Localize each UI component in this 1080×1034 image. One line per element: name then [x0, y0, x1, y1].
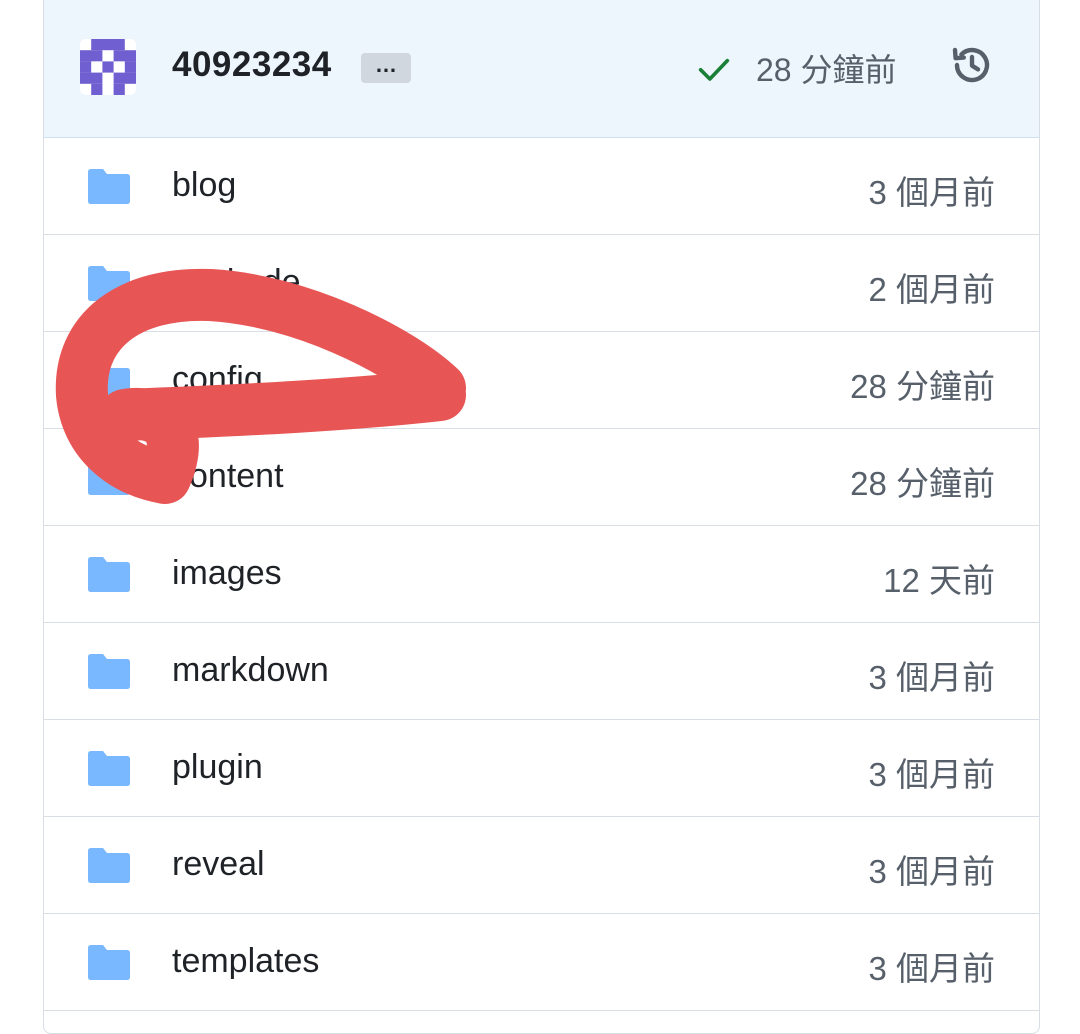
list-item[interactable]: easimde 2 個月前	[44, 235, 1039, 332]
folder-icon	[88, 363, 130, 398]
commit-relative-time: 28 分鐘前	[756, 52, 897, 88]
identicon-avatar[interactable]	[80, 39, 136, 95]
folder-name-link[interactable]: easimde	[172, 263, 301, 302]
list-item[interactable]: reveal 3 個月前	[44, 817, 1039, 914]
folder-icon	[88, 751, 130, 786]
folder-icon	[88, 945, 130, 980]
row-relative-time: 3 個月前	[868, 756, 995, 793]
row-relative-time: 12 天前	[883, 562, 995, 599]
latest-commit-header: 40923234 … 28 分鐘前	[44, 0, 1039, 138]
check-icon[interactable]	[694, 49, 734, 89]
row-relative-time: 3 個月前	[868, 659, 995, 696]
folder-name-link[interactable]: markdown	[172, 651, 329, 690]
list-item[interactable]: config 28 分鐘前	[44, 332, 1039, 429]
folder-icon	[88, 169, 130, 204]
list-item[interactable]: plugin 3 個月前	[44, 720, 1039, 817]
folder-name-link[interactable]: config	[172, 360, 263, 399]
folder-icon	[88, 557, 130, 592]
folder-icon	[88, 460, 130, 495]
folder-icon	[88, 654, 130, 689]
folder-icon	[88, 848, 130, 883]
list-item[interactable]: templates 3 個月前	[44, 914, 1039, 1011]
list-item[interactable]: images 12 天前	[44, 526, 1039, 623]
row-relative-time: 28 分鐘前	[850, 465, 995, 502]
folder-name-link[interactable]: reveal	[172, 845, 265, 884]
list-item[interactable]: content 28 分鐘前	[44, 429, 1039, 526]
folder-name-link[interactable]: images	[172, 554, 282, 593]
folder-name-link[interactable]: templates	[172, 942, 319, 981]
row-relative-time: 3 個月前	[868, 853, 995, 890]
commit-message-expand-button[interactable]: …	[361, 53, 411, 83]
list-item[interactable]: blog 3 個月前	[44, 138, 1039, 235]
row-relative-time: 3 個月前	[868, 174, 995, 211]
file-tree-list: blog 3 個月前 easimde 2 個月前 config 28 分鐘前 c…	[44, 138, 1039, 1011]
folder-icon	[88, 266, 130, 301]
folder-name-link[interactable]: blog	[172, 166, 236, 205]
list-item[interactable]: markdown 3 個月前	[44, 623, 1039, 720]
row-relative-time: 3 個月前	[868, 950, 995, 987]
folder-name-link[interactable]: content	[172, 457, 284, 496]
commit-sha-link[interactable]: 40923234	[172, 45, 332, 85]
file-list-panel: 40923234 … 28 分鐘前 blog 3 個月前 easimde 2 個…	[43, 0, 1040, 1034]
row-relative-time: 2 個月前	[868, 271, 995, 308]
row-relative-time: 28 分鐘前	[850, 368, 995, 405]
folder-name-link[interactable]: plugin	[172, 748, 263, 787]
history-icon[interactable]	[948, 41, 996, 89]
